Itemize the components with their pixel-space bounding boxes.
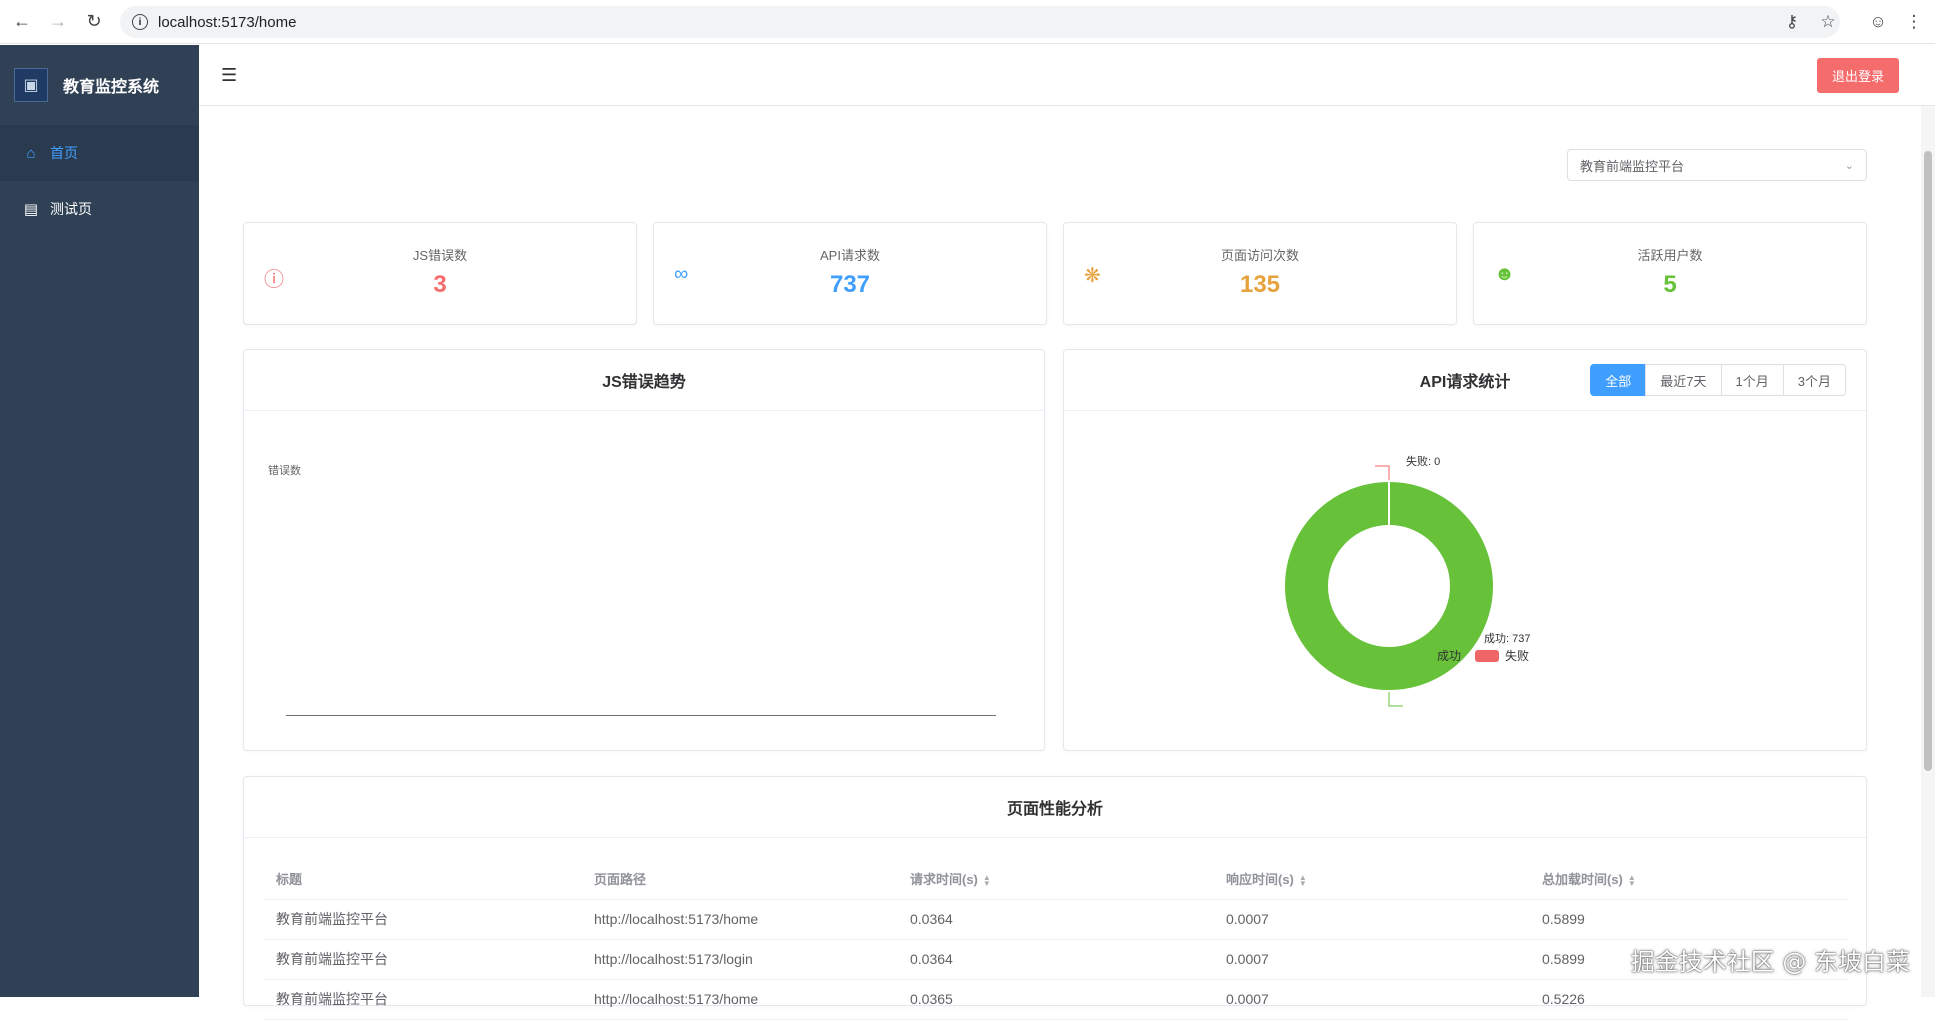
logo-icon: ▣ bbox=[14, 68, 48, 102]
stat-label: JS错误数 bbox=[412, 248, 468, 263]
leader-line-fail bbox=[1375, 465, 1390, 480]
table-cell: 0.5899 bbox=[1530, 899, 1848, 940]
brand-title: 教育监控系统 bbox=[63, 79, 160, 96]
url-text: localhost:5173/home bbox=[158, 13, 297, 31]
table-row[interactable]: 教育前端监控平台 http://localhost:5173/home 0.0364… bbox=[264, 899, 1848, 940]
table-row[interactable]: 教育前端监控平台 http://localhost:5173/login 0.036… bbox=[264, 939, 1848, 980]
reload-icon[interactable]: ↻ bbox=[76, 4, 112, 40]
scrollbar[interactable] bbox=[1921, 106, 1935, 997]
brand: ▣ 教育监控系统 bbox=[0, 45, 199, 125]
stat-label: 活跃用户数 bbox=[1637, 248, 1703, 263]
star-icon[interactable]: ☆ bbox=[1817, 12, 1839, 32]
stat-card-active-users: ☻ 活跃用户数 5 bbox=[1473, 222, 1867, 325]
range-option-3months[interactable]: 3个月 bbox=[1782, 364, 1846, 396]
chevron-down-icon: ⌄ bbox=[1844, 159, 1854, 172]
y-axis-label: 错误数 bbox=[268, 465, 301, 477]
legend-swatch bbox=[1475, 649, 1500, 662]
stat-value: 5 bbox=[1663, 271, 1677, 298]
stat-value: 737 bbox=[829, 271, 871, 298]
stat-card-page-views: ❋ 页面访问次数 135 bbox=[1063, 222, 1457, 325]
table-cell: 教育前端监控平台 bbox=[264, 979, 582, 1020]
hamburger-icon[interactable]: ☰ bbox=[221, 65, 237, 86]
panel-header: API请求统计 全部 最近7天 1个月 3个月 bbox=[1064, 350, 1866, 411]
data-label-success: 成功: 737 bbox=[1484, 633, 1531, 645]
performance-panel: 页面性能分析 标题 页面路径 请求时间(s) ▲ ▼ 响应时间(s) ▲ ▼ 总加载时间… bbox=[243, 776, 1867, 1020]
stat-label: API请求数 bbox=[820, 248, 880, 263]
column-header-title: 标题 bbox=[264, 859, 582, 900]
table-cell: 教育前端监控平台 bbox=[264, 899, 582, 940]
project-select-value: 教育前端监控平台 bbox=[1580, 158, 1685, 174]
panel-title: 页面性能分析 bbox=[244, 777, 1866, 838]
monitor-icon: ▤ bbox=[23, 201, 39, 218]
legend-label: 成功 bbox=[1437, 649, 1462, 663]
stat-value: 3 bbox=[433, 271, 447, 298]
menu-dots-icon[interactable]: ⋮ bbox=[1903, 12, 1925, 32]
logout-button[interactable]: 退出登录 bbox=[1816, 57, 1899, 93]
home-icon: ⌂ bbox=[26, 144, 36, 162]
sidebar: ▣ 教育监控系统 ⌂ 首页 ▤ 测试页 bbox=[0, 45, 199, 997]
address-bar[interactable]: i localhost:5173/home bbox=[120, 6, 1840, 38]
top-navbar: ☰ 退出登录 bbox=[199, 45, 1935, 106]
stat-value: 135 bbox=[1239, 271, 1281, 298]
stat-cards: ⓘ JS错误数 3 ∞ API请求数 737 ❋ 页面访问次数 135 ☻ 活跃… bbox=[243, 222, 1867, 325]
js-error-trend-panel: JS错误趋势 错误数 bbox=[243, 349, 1045, 751]
x-axis-line bbox=[286, 715, 996, 716]
project-select[interactable]: 教育前端监控平台 ⌄ bbox=[1567, 149, 1867, 181]
table-cell: 0.0364 bbox=[898, 939, 1214, 980]
sidebar-item-home[interactable]: ⌂ 首页 bbox=[0, 125, 199, 181]
column-header-total-load-time[interactable]: 总加载时间(s) ▲ ▼ bbox=[1530, 859, 1848, 900]
panel-title: API请求统计 bbox=[1419, 374, 1511, 391]
sort-icon[interactable]: ▲ ▼ bbox=[1628, 873, 1636, 887]
api-stats-panel: API请求统计 全部 最近7天 1个月 3个月 失败: 0 成功: 737 成功… bbox=[1063, 349, 1867, 751]
chart-legend: 成功 失败 bbox=[1407, 647, 1543, 664]
panel-title: JS错误趋势 bbox=[244, 350, 1044, 411]
site-info-icon[interactable]: i bbox=[132, 14, 148, 30]
legend-label: 失败 bbox=[1505, 649, 1530, 663]
leader-line-success bbox=[1388, 692, 1403, 707]
column-header-path: 页面路径 bbox=[582, 859, 898, 900]
column-header-response-time[interactable]: 响应时间(s) ▲ ▼ bbox=[1214, 859, 1530, 900]
sidebar-item-label: 测试页 bbox=[50, 201, 92, 217]
table-cell: 0.0007 bbox=[1214, 939, 1530, 980]
table-cell: 教育前端监控平台 bbox=[264, 939, 582, 980]
legend-item-fail[interactable]: 失败 bbox=[1475, 647, 1529, 664]
range-option-7days[interactable]: 最近7天 bbox=[1645, 364, 1722, 396]
watermark: 掘金技术社区 @ 东坡白菜 bbox=[1630, 948, 1910, 976]
column-header-request-time[interactable]: 请求时间(s) ▲ ▼ bbox=[898, 859, 1214, 900]
table-header-row: 标题 页面路径 请求时间(s) ▲ ▼ 响应时间(s) ▲ ▼ 总加载时间(s) ▲ ▼ bbox=[264, 859, 1848, 900]
sort-icon[interactable]: ▲ ▼ bbox=[1299, 873, 1307, 887]
back-icon[interactable]: ← bbox=[4, 4, 40, 40]
range-option-1month[interactable]: 1个月 bbox=[1720, 364, 1784, 396]
data-label-fail: 失败: 0 bbox=[1406, 456, 1441, 468]
table-cell: http://localhost:5173/home bbox=[582, 899, 898, 940]
table-cell: 0.0007 bbox=[1214, 979, 1530, 1020]
performance-table: 标题 页面路径 请求时间(s) ▲ ▼ 响应时间(s) ▲ ▼ 总加载时间(s) ▲ ▼ 教… bbox=[264, 859, 1848, 1020]
forward-icon[interactable]: → bbox=[40, 4, 76, 40]
donut-chart bbox=[1285, 465, 1493, 707]
table-cell: http://localhost:5173/login bbox=[582, 939, 898, 980]
table-cell: 0.0007 bbox=[1214, 899, 1530, 940]
table-row[interactable]: 教育前端监控平台 http://localhost:5173/home 0.0365… bbox=[264, 979, 1848, 1020]
range-option-all[interactable]: 全部 bbox=[1590, 364, 1647, 396]
table-cell: 0.5226 bbox=[1530, 979, 1848, 1020]
main-content: ☰ 退出登录 教育前端监控平台 ⌄ ⓘ JS错误数 3 ∞ API请求数 737… bbox=[199, 45, 1935, 1020]
stat-label: 页面访问次数 bbox=[1220, 248, 1299, 263]
scrollbar-thumb[interactable] bbox=[1924, 151, 1932, 771]
sidebar-item-test[interactable]: ▤ 测试页 bbox=[0, 181, 199, 237]
browser-toolbar: ← → ↻ i localhost:5173/home ⚷ ☆ ☺ ⋮ bbox=[0, 0, 1935, 44]
stat-card-js-errors: ⓘ JS错误数 3 bbox=[243, 222, 637, 325]
key-icon[interactable]: ⚷ bbox=[1781, 12, 1803, 32]
donut-slice-success[interactable] bbox=[1285, 482, 1493, 690]
profile-icon[interactable]: ☺ bbox=[1867, 12, 1889, 32]
range-selector: 全部 最近7天 1个月 3个月 bbox=[1590, 364, 1846, 396]
table-cell: 0.0364 bbox=[898, 899, 1214, 940]
sort-icon[interactable]: ▲ ▼ bbox=[983, 873, 991, 887]
table-cell: http://localhost:5173/home bbox=[582, 979, 898, 1020]
legend-swatch bbox=[1407, 649, 1431, 662]
sidebar-item-label: 首页 bbox=[50, 145, 78, 161]
legend-item-success[interactable]: 成功 bbox=[1407, 647, 1461, 664]
stat-card-api-requests: ∞ API请求数 737 bbox=[653, 222, 1047, 325]
table-cell: 0.0365 bbox=[898, 979, 1214, 1020]
